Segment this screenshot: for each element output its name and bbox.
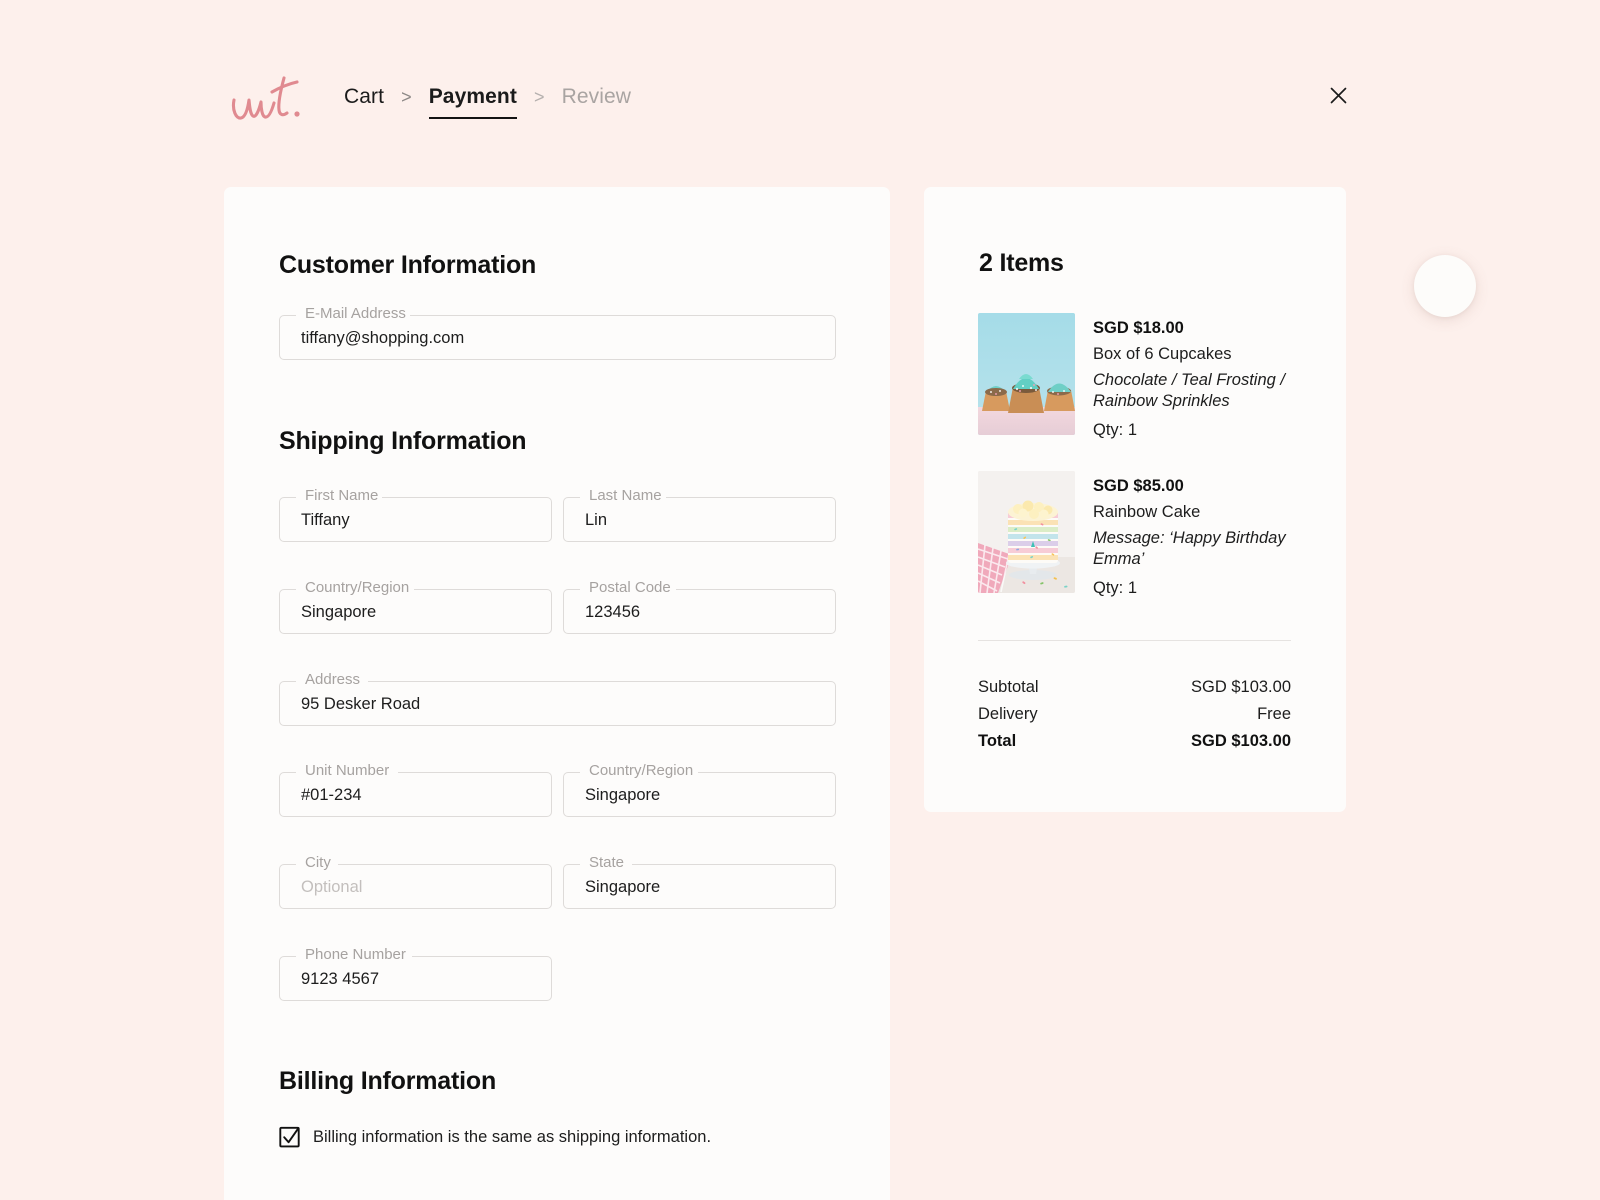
product-thumbnail-cupcakes[interactable]	[978, 313, 1075, 435]
first-name-field[interactable]: First Name Tiffany	[279, 486, 552, 542]
delivery-label: Delivery	[978, 705, 1038, 723]
city-field-label: City	[301, 853, 335, 873]
breadcrumb-item-review[interactable]: Review	[562, 82, 631, 112]
line-item-name: Rainbow Cake	[1093, 503, 1201, 521]
line-item-price: SGD $18.00	[1093, 319, 1184, 337]
line-item-price: SGD $85.00	[1093, 477, 1184, 495]
city-field-placeholder: Optional	[301, 878, 363, 896]
close-icon[interactable]	[1321, 78, 1355, 112]
address-field-value: 95 Desker Road	[301, 695, 421, 713]
email-field-label: E-Mail Address	[301, 304, 410, 324]
first-name-field-label: First Name	[301, 486, 383, 506]
line-item-variant: Chocolate / Teal Frosting / Rainbow Spri…	[1093, 371, 1285, 410]
address-field-label: Address	[301, 670, 365, 690]
billing-checkbox-label: Billing information is the same as shipp…	[313, 1128, 712, 1146]
subtotal-label: Subtotal	[978, 678, 1039, 696]
state-field[interactable]: State Singapore	[563, 853, 836, 909]
line-item-details: SGD $85.00 Rainbow Cake Message: ‘Happy …	[1093, 471, 1293, 602]
billing-same-as-shipping-checkbox[interactable]: Billing information is the same as shipp…	[279, 1125, 711, 1149]
order-totals: Subtotal SGD $103.00 Delivery Free Total…	[978, 674, 1291, 755]
breadcrumb: Cart > Payment > Review	[344, 82, 631, 119]
unit-number-field-value: #01-234	[301, 786, 362, 804]
subtotal-value: SGD $103.00	[1191, 678, 1291, 696]
grand-total-label: Total	[978, 732, 1017, 750]
city-field[interactable]: City Optional	[279, 853, 552, 909]
phone-number-field-label: Phone Number	[301, 945, 410, 965]
page-header: Cart > Payment > Review	[0, 0, 1600, 187]
country-region-field-label: Country/Region	[301, 578, 414, 598]
grand-total-value: SGD $103.00	[1191, 732, 1291, 750]
floating-action-button[interactable]	[1414, 255, 1476, 317]
postal-code-field-label: Postal Code	[585, 578, 675, 598]
phone-number-field[interactable]: Phone Number 9123 4567	[279, 945, 552, 1001]
last-name-field[interactable]: Last Name Lin	[563, 486, 836, 542]
grand-total-row: Total SGD $103.00	[978, 728, 1291, 754]
last-name-field-label: Last Name	[585, 486, 666, 506]
delivery-value: Free	[1257, 705, 1291, 723]
country-region-field-value: Singapore	[301, 603, 377, 621]
order-summary-card: 2 Items SGD $18.00 Box of 6 Cupcakes Cho…	[924, 187, 1346, 812]
product-thumbnail-rainbow-cake[interactable]	[978, 471, 1075, 593]
postal-code-field-value: 123456	[585, 603, 641, 621]
line-item-details: SGD $18.00 Box of 6 Cupcakes Chocolate /…	[1093, 313, 1293, 444]
checked-checkbox-icon	[279, 1126, 300, 1148]
order-line-item: SGD $18.00 Box of 6 Cupcakes Chocolate /…	[978, 313, 1293, 444]
breadcrumb-item-payment[interactable]: Payment	[428, 82, 517, 119]
first-name-field-value: Tiffany	[301, 511, 350, 529]
billing-country-region-field-label: Country/Region	[585, 761, 698, 781]
brand-logo[interactable]	[228, 72, 306, 128]
line-item-quantity: Qty: 1	[1093, 579, 1138, 597]
phone-number-field-value: 9123 4567	[301, 970, 379, 988]
country-region-field[interactable]: Country/Region Singapore	[279, 578, 552, 634]
checkout-page: Cart > Payment > Review Customer Informa…	[0, 0, 1600, 1200]
breadcrumb-separator: >	[401, 87, 412, 107]
billing-country-region-field[interactable]: Country/Region Singapore	[563, 761, 836, 817]
postal-code-field[interactable]: Postal Code 123456	[563, 578, 836, 634]
billing-country-region-field-value: Singapore	[585, 786, 661, 804]
line-item-name: Box of 6 Cupcakes	[1093, 345, 1232, 363]
breadcrumb-separator: >	[533, 87, 545, 107]
order-line-item: SGD $85.00 Rainbow Cake Message: ‘Happy …	[978, 471, 1293, 602]
state-field-value: Singapore	[585, 878, 661, 896]
state-field-label: State	[585, 853, 629, 873]
subtotal-row: Subtotal SGD $103.00	[978, 674, 1291, 700]
billing-information-heading: Billing Information	[279, 1067, 497, 1095]
delivery-row: Delivery Free	[978, 701, 1291, 727]
customer-information-heading: Customer Information	[279, 251, 537, 279]
email-field-value: tiffany@shopping.com	[301, 329, 465, 347]
email-field[interactable]: E-Mail Address tiffany@shopping.com	[279, 304, 836, 360]
line-item-variant: Message: ‘Happy Birthday Emma’	[1093, 529, 1286, 568]
order-summary-title: 2 Items	[979, 249, 1064, 277]
unit-number-field-label: Unit Number	[301, 761, 394, 781]
shipping-information-heading: Shipping Information	[279, 427, 527, 455]
address-field[interactable]: Address 95 Desker Road	[279, 670, 836, 726]
line-item-quantity: Qty: 1	[1093, 421, 1138, 439]
unit-number-field[interactable]: Unit Number #01-234	[279, 761, 552, 817]
breadcrumb-item-cart[interactable]: Cart	[344, 82, 384, 112]
checkout-form-card: Customer Information E-Mail Address tiff…	[224, 187, 890, 1200]
last-name-field-value: Lin	[585, 511, 608, 529]
summary-divider	[978, 640, 1291, 641]
